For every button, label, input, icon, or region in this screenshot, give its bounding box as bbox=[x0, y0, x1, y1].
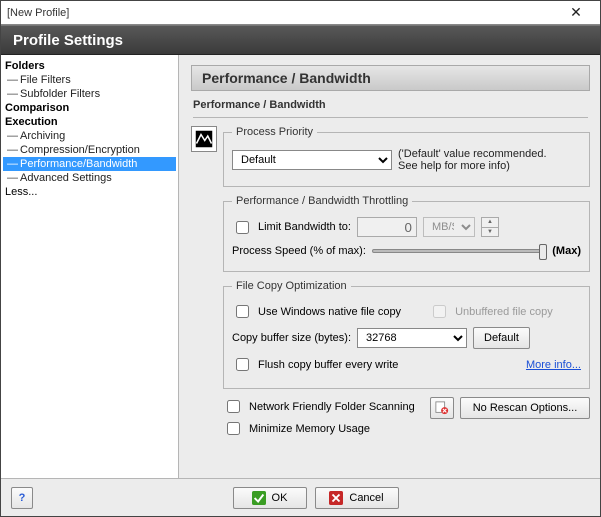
priority-hint: ('Default' value recommended. See help f… bbox=[398, 148, 568, 172]
process-speed-label: Process Speed (% of max): bbox=[232, 245, 366, 257]
sidebar-item-label: Compression/Encryption bbox=[20, 144, 140, 156]
slider-thumb[interactable] bbox=[539, 244, 547, 260]
sidebar-item-file-filters[interactable]: —File Filters bbox=[3, 73, 176, 87]
buffer-size-label: Copy buffer size (bytes): bbox=[232, 332, 351, 344]
help-icon: ? bbox=[19, 492, 26, 504]
sidebar-item-label: Advanced Settings bbox=[20, 172, 112, 184]
settings-column: Process Priority Default ('Default' valu… bbox=[223, 122, 590, 438]
sidebar-item-label: File Filters bbox=[20, 74, 71, 86]
window-title: [New Profile] bbox=[7, 7, 69, 19]
close-button[interactable]: ✕ bbox=[558, 3, 594, 23]
network-friendly-checkbox[interactable] bbox=[227, 400, 240, 413]
close-icon: ✕ bbox=[570, 4, 582, 21]
sidebar-group-execution[interactable]: Execution bbox=[3, 115, 176, 129]
tree-dash-icon: — bbox=[7, 172, 18, 184]
throttling-legend: Performance / Bandwidth Throttling bbox=[232, 195, 412, 207]
process-speed-max-label: (Max) bbox=[552, 245, 581, 257]
limit-bandwidth-checkbox[interactable] bbox=[236, 221, 249, 234]
help-button[interactable]: ? bbox=[11, 487, 33, 509]
flush-buffer-checkbox[interactable] bbox=[236, 358, 249, 371]
performance-icon bbox=[191, 126, 217, 152]
sidebar-item-label: Performance/Bandwidth bbox=[20, 158, 137, 170]
file-copy-group: File Copy Optimization Use Windows nativ… bbox=[223, 280, 590, 389]
bottom-cluster: Network Friendly Folder Scanning Minimiz… bbox=[223, 397, 590, 438]
tree-dash-icon: — bbox=[7, 144, 18, 156]
ok-button[interactable]: OK bbox=[233, 487, 307, 509]
sidebar-group-folders[interactable]: Folders bbox=[3, 59, 176, 73]
content-pane: Performance / Bandwidth Performance / Ba… bbox=[179, 55, 600, 478]
tree-dash-icon: — bbox=[7, 88, 18, 100]
no-rescan-options-button[interactable]: No Rescan Options... bbox=[460, 397, 590, 419]
cancel-button[interactable]: Cancel bbox=[315, 487, 399, 509]
native-copy-label: Use Windows native file copy bbox=[258, 306, 401, 318]
bandwidth-value-input[interactable] bbox=[357, 217, 417, 237]
page-refresh-icon bbox=[435, 401, 449, 415]
native-copy-checkbox[interactable] bbox=[236, 305, 249, 318]
chevron-down-icon: ▼ bbox=[482, 228, 498, 237]
buffer-size-select[interactable]: 32768 bbox=[357, 328, 467, 348]
cancel-label: Cancel bbox=[349, 492, 383, 504]
buffer-default-button[interactable]: Default bbox=[473, 327, 530, 349]
minimize-memory-label: Minimize Memory Usage bbox=[249, 423, 370, 435]
check-icon bbox=[252, 491, 266, 505]
sidebar-group-comparison[interactable]: Comparison bbox=[3, 101, 176, 115]
main-area: Folders —File Filters —Subfolder Filters… bbox=[1, 55, 600, 478]
sidebar-item-label: Subfolder Filters bbox=[20, 88, 100, 100]
unbuffered-copy-label: Unbuffered file copy bbox=[455, 306, 553, 318]
bandwidth-spinner[interactable]: ▲ ▼ bbox=[481, 217, 499, 237]
sidebar-item-subfolder-filters[interactable]: —Subfolder Filters bbox=[3, 87, 176, 101]
more-info-link[interactable]: More info... bbox=[526, 359, 581, 371]
x-icon bbox=[329, 491, 343, 505]
tree-dash-icon: — bbox=[7, 130, 18, 142]
page-title: Performance / Bandwidth bbox=[191, 65, 590, 91]
ok-label: OK bbox=[272, 492, 288, 504]
bandwidth-unit-select[interactable]: MB/S bbox=[423, 217, 475, 237]
sidebar-item-advanced-settings[interactable]: —Advanced Settings bbox=[3, 171, 176, 185]
network-friendly-label: Network Friendly Folder Scanning bbox=[249, 401, 415, 413]
minimize-memory-checkbox[interactable] bbox=[227, 422, 240, 435]
sidebar: Folders —File Filters —Subfolder Filters… bbox=[1, 55, 179, 478]
sidebar-group-less[interactable]: Less... bbox=[3, 185, 176, 199]
throttling-group: Performance / Bandwidth Throttling Limit… bbox=[223, 195, 590, 272]
rescan-icon-button[interactable] bbox=[430, 397, 454, 419]
process-priority-legend: Process Priority bbox=[232, 126, 317, 138]
process-priority-group: Process Priority Default ('Default' valu… bbox=[223, 126, 590, 187]
sidebar-item-performance-bandwidth[interactable]: —Performance/Bandwidth bbox=[3, 157, 176, 171]
header-title: Profile Settings bbox=[13, 32, 123, 49]
sidebar-item-label: Archiving bbox=[20, 130, 65, 142]
sidebar-item-compression-encryption[interactable]: —Compression/Encryption bbox=[3, 143, 176, 157]
unbuffered-copy-checkbox[interactable] bbox=[433, 305, 446, 318]
process-priority-select[interactable]: Default bbox=[232, 150, 392, 170]
chevron-up-icon: ▲ bbox=[482, 218, 498, 228]
file-copy-legend: File Copy Optimization bbox=[232, 280, 351, 292]
limit-bandwidth-label: Limit Bandwidth to: bbox=[258, 221, 351, 233]
breadcrumb: Performance / Bandwidth bbox=[193, 99, 588, 118]
page-header: Profile Settings bbox=[1, 25, 600, 55]
flush-buffer-label: Flush copy buffer every write bbox=[258, 359, 398, 371]
content-body: Process Priority Default ('Default' valu… bbox=[191, 122, 590, 438]
tree-dash-icon: — bbox=[7, 74, 18, 86]
titlebar: [New Profile] ✕ bbox=[1, 1, 600, 25]
sidebar-item-archiving[interactable]: —Archiving bbox=[3, 129, 176, 143]
tree-dash-icon: — bbox=[7, 158, 18, 170]
process-speed-slider[interactable] bbox=[372, 249, 546, 253]
footer: ? OK Cancel bbox=[1, 478, 600, 516]
